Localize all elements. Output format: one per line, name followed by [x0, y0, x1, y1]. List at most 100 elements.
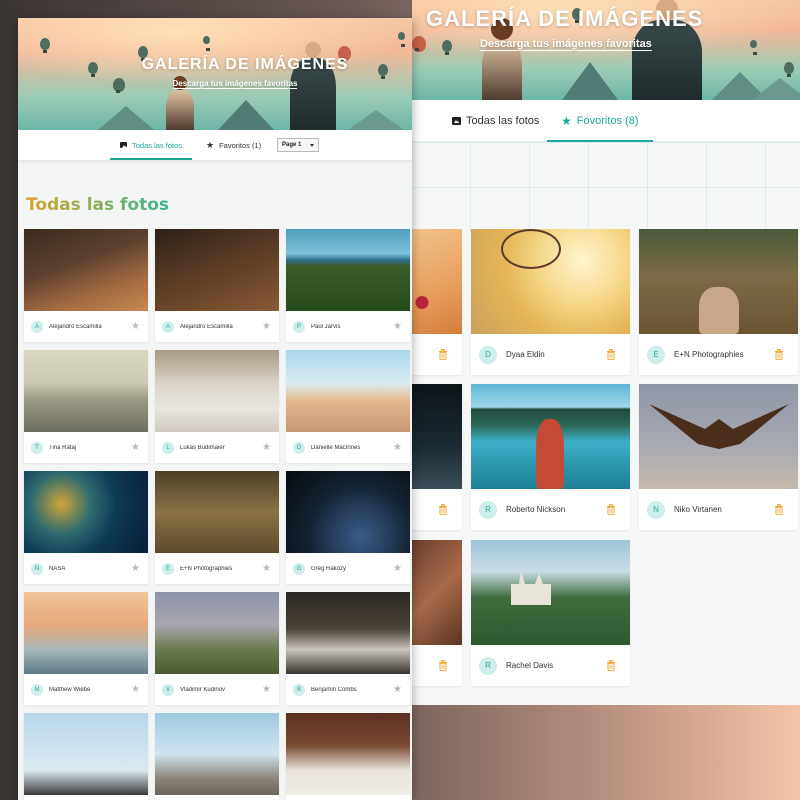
photo-thumbnail[interactable]	[412, 229, 462, 334]
star-icon: ★	[206, 139, 215, 150]
favorite-star-icon[interactable]: ★	[131, 321, 140, 332]
hero-title: GALERÍA DE IMÁGENES	[141, 56, 349, 73]
photo-thumbnail[interactable]	[24, 471, 148, 553]
photo-thumbnail[interactable]	[471, 229, 630, 334]
trash-icon[interactable]	[438, 349, 448, 360]
photo-thumbnail[interactable]	[286, 229, 410, 311]
photo-thumbnail[interactable]	[286, 592, 410, 674]
photo-thumbnail[interactable]	[24, 592, 148, 674]
avatar: D	[479, 345, 497, 364]
photo-thumbnail[interactable]	[155, 471, 279, 553]
avatar: N	[647, 500, 665, 519]
author-name: Rachel Davis	[506, 661, 554, 670]
favorite-star-icon[interactable]: ★	[393, 321, 402, 332]
balloon-decoration	[398, 32, 405, 47]
photo-thumbnail[interactable]	[286, 471, 410, 553]
photo-thumbnail[interactable]	[412, 540, 462, 645]
photo-thumbnail[interactable]	[286, 713, 410, 795]
hero-person	[632, 0, 702, 100]
hero-banner: GALERÍA DE IMÁGENES Descarga tus imágene…	[18, 18, 412, 130]
photo-card: E E+N Photographies ★	[155, 471, 279, 584]
avatar: A	[162, 320, 174, 333]
photo-thumbnail[interactable]	[471, 384, 630, 489]
avatar: R	[479, 500, 497, 519]
author-name: Alejandro Escamilla	[49, 323, 102, 330]
photo-thumbnail[interactable]	[471, 540, 630, 645]
photo-thumbnail[interactable]	[24, 713, 148, 795]
trash-icon[interactable]	[774, 504, 784, 515]
favorite-star-icon[interactable]: ★	[393, 563, 402, 574]
tab-bar: Todas las fotos ★ Fovoritos (8)	[412, 100, 800, 142]
tab-favorites[interactable]: ★ Fovoritos (8)	[547, 100, 653, 142]
favorite-card: R Roberto Nickson	[471, 384, 630, 530]
avatar: R	[479, 656, 497, 675]
star-icon: ★	[561, 114, 572, 128]
balloon-decoration	[203, 36, 210, 51]
photo-card: B Benjamin Combs ★	[286, 592, 410, 705]
tab-favorites[interactable]: ★ Favoritos (1)	[206, 130, 261, 160]
avatar: G	[293, 562, 305, 575]
photo-thumbnail[interactable]	[155, 713, 279, 795]
tab-label: Todas las fotos	[466, 115, 540, 127]
author-name: Niko Virtanen	[674, 505, 722, 514]
avatar: D	[293, 441, 305, 454]
page-select[interactable]: Page 1	[277, 138, 319, 152]
photo-thumbnail[interactable]	[412, 384, 462, 489]
trash-icon[interactable]	[438, 504, 448, 515]
photo-card: P Paul Jarvis ★	[286, 229, 410, 342]
author-name: Danielle MacInnes	[311, 444, 361, 451]
hero-subtitle[interactable]: Descarga tus imágenes favoritas	[18, 79, 412, 89]
hero-banner: GALERÍA DE IMÁGENES Descarga tus imágene…	[412, 0, 800, 100]
favorite-star-icon[interactable]: ★	[393, 684, 402, 695]
avatar: B	[293, 683, 305, 696]
trash-icon[interactable]	[438, 660, 448, 671]
photo-card: M Matthew Wiebe ★	[24, 592, 148, 705]
favorite-star-icon[interactable]: ★	[262, 321, 271, 332]
tab-label: Favoritos (1)	[219, 140, 262, 150]
section-title: Todas las fotos	[26, 195, 170, 215]
favorite-star-icon[interactable]: ★	[131, 442, 140, 453]
photo-thumbnail[interactable]	[24, 229, 148, 311]
hero-subtitle[interactable]: Descarga tus imágenes favoritas	[412, 38, 800, 51]
favorite-card: N Niko Virtanen	[639, 384, 798, 530]
photo-thumbnail[interactable]	[155, 229, 279, 311]
photo-card: A Alejandro Escamilla ★	[155, 229, 279, 342]
balloon-decoration	[40, 38, 50, 53]
favorite-star-icon[interactable]: ★	[262, 563, 271, 574]
photo-thumbnail[interactable]	[639, 229, 798, 334]
photo-thumbnail[interactable]	[286, 350, 410, 432]
trash-icon[interactable]	[774, 349, 784, 360]
author-name: E+N Photographies	[180, 565, 233, 572]
trash-icon[interactable]	[606, 349, 616, 360]
photo-card: G Greg Rakozy ★	[286, 471, 410, 584]
favorite-star-icon[interactable]: ★	[393, 442, 402, 453]
tab-bar: Todas las fotos ★ Favoritos (1) Page 1	[18, 130, 412, 160]
photo-card: V Vladimir Kudinov ★	[155, 592, 279, 705]
avatar: T	[31, 441, 43, 454]
avatar: E	[647, 345, 665, 364]
trash-icon[interactable]	[606, 660, 616, 671]
avatar: A	[31, 320, 43, 333]
avatar: V	[162, 683, 174, 696]
favorite-star-icon[interactable]: ★	[262, 684, 271, 695]
author-name: Benjamin Combs	[311, 686, 357, 693]
image-icon	[120, 142, 127, 148]
tab-all-photos[interactable]: Todas las fotos	[110, 130, 193, 160]
photo-thumbnail[interactable]	[639, 384, 798, 489]
photo-thumbnail[interactable]	[155, 592, 279, 674]
photo-card	[24, 713, 148, 800]
tab-all-photos[interactable]: Todas las fotos	[452, 100, 539, 142]
photo-thumbnail[interactable]	[155, 350, 279, 432]
tab-label: Fovoritos (8)	[576, 115, 639, 127]
avatar: L	[162, 441, 174, 454]
author-name: Alejandro Escamilla	[180, 323, 233, 330]
trash-icon[interactable]	[606, 504, 616, 515]
photo-thumbnail[interactable]	[24, 350, 148, 432]
author-name: Matthew Wiebe	[49, 686, 91, 693]
avatar: E	[162, 562, 174, 575]
hero-title: GALERÍA DE IMÁGENES	[426, 6, 704, 31]
favorite-star-icon[interactable]: ★	[131, 563, 140, 574]
favorite-star-icon[interactable]: ★	[131, 684, 140, 695]
favorite-star-icon[interactable]: ★	[262, 442, 271, 453]
author-name: Tina Rataj	[49, 444, 77, 451]
